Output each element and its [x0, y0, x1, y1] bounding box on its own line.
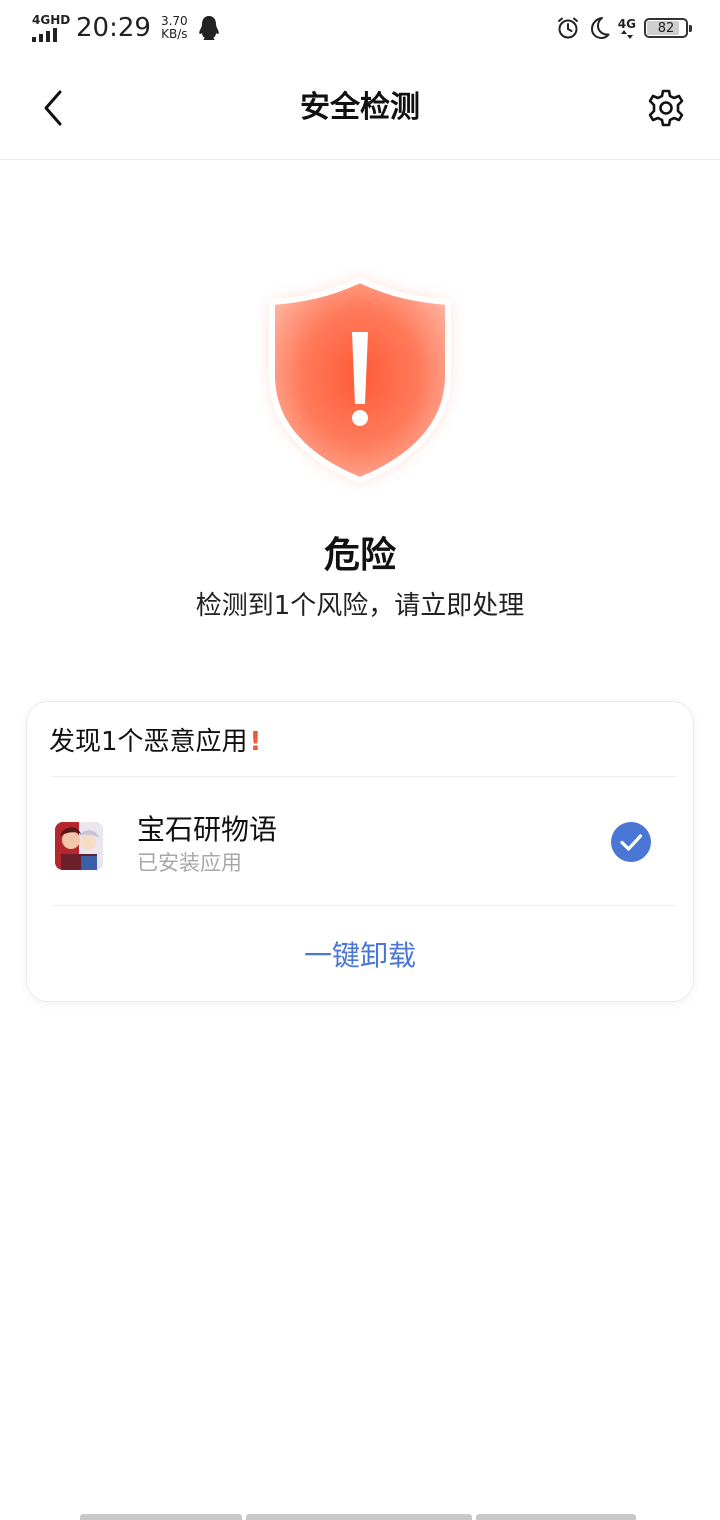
app-name: 宝石研物语 — [137, 813, 278, 846]
risk-level-title: 危险 — [323, 535, 396, 576]
exclamation-icon: ! — [249, 727, 262, 757]
divider — [52, 776, 676, 777]
one-click-uninstall-button[interactable]: 一键卸载 — [27, 906, 693, 1002]
moon-icon — [590, 17, 610, 39]
check-circle-icon[interactable] — [611, 822, 651, 862]
network-speed: 3.70 KB/s — [161, 15, 188, 41]
mobile-data-indicator: 4G — [618, 18, 636, 39]
mobile-data-label: 4G — [617, 16, 636, 31]
network-speed-unit: KB/s — [161, 27, 188, 41]
app-subtitle: 已安装应用 — [137, 851, 242, 875]
gear-icon[interactable] — [646, 88, 686, 128]
status-bar-left: 4GHD 20:29 3.70 KB/s — [32, 12, 220, 44]
card-header: 发现1个恶意应用! — [49, 722, 261, 762]
battery-icon: 82 — [644, 18, 692, 38]
status-bar: 4GHD 20:29 3.70 KB/s 4G 82 — [0, 0, 720, 56]
network-tag: 4GHD — [32, 13, 71, 27]
malicious-app-card: 发现1个恶意应用! 宝石研物语 已安装应用 一键卸载 — [26, 701, 694, 1002]
gesture-navigation-bar[interactable] — [80, 1514, 640, 1520]
app-list-item[interactable]: 宝石研物语 已安装应用 — [27, 778, 693, 906]
alarm-clock-icon — [557, 17, 578, 39]
battery-level: 82 — [657, 20, 675, 36]
app-icon — [55, 822, 103, 870]
cellular-signal-icon: 4GHD — [32, 14, 70, 42]
card-header-text: 发现1个恶意应用 — [49, 727, 248, 757]
status-bar-right: 4G 82 — [556, 12, 692, 44]
qq-penguin-icon — [198, 16, 219, 40]
data-arrows-icon — [620, 29, 633, 39]
page-title: 安全检测 — [300, 90, 420, 125]
security-check-screen: 4GHD 20:29 3.70 KB/s 4G 82 安全检测 危险 检测到1个… — [0, 0, 720, 1520]
nav-bar: 安全检测 — [0, 56, 720, 160]
shield-warning-icon — [269, 276, 451, 484]
risk-description: 检测到1个风险，请立即处理 — [195, 591, 525, 621]
status-time: 20:29 — [76, 13, 151, 43]
